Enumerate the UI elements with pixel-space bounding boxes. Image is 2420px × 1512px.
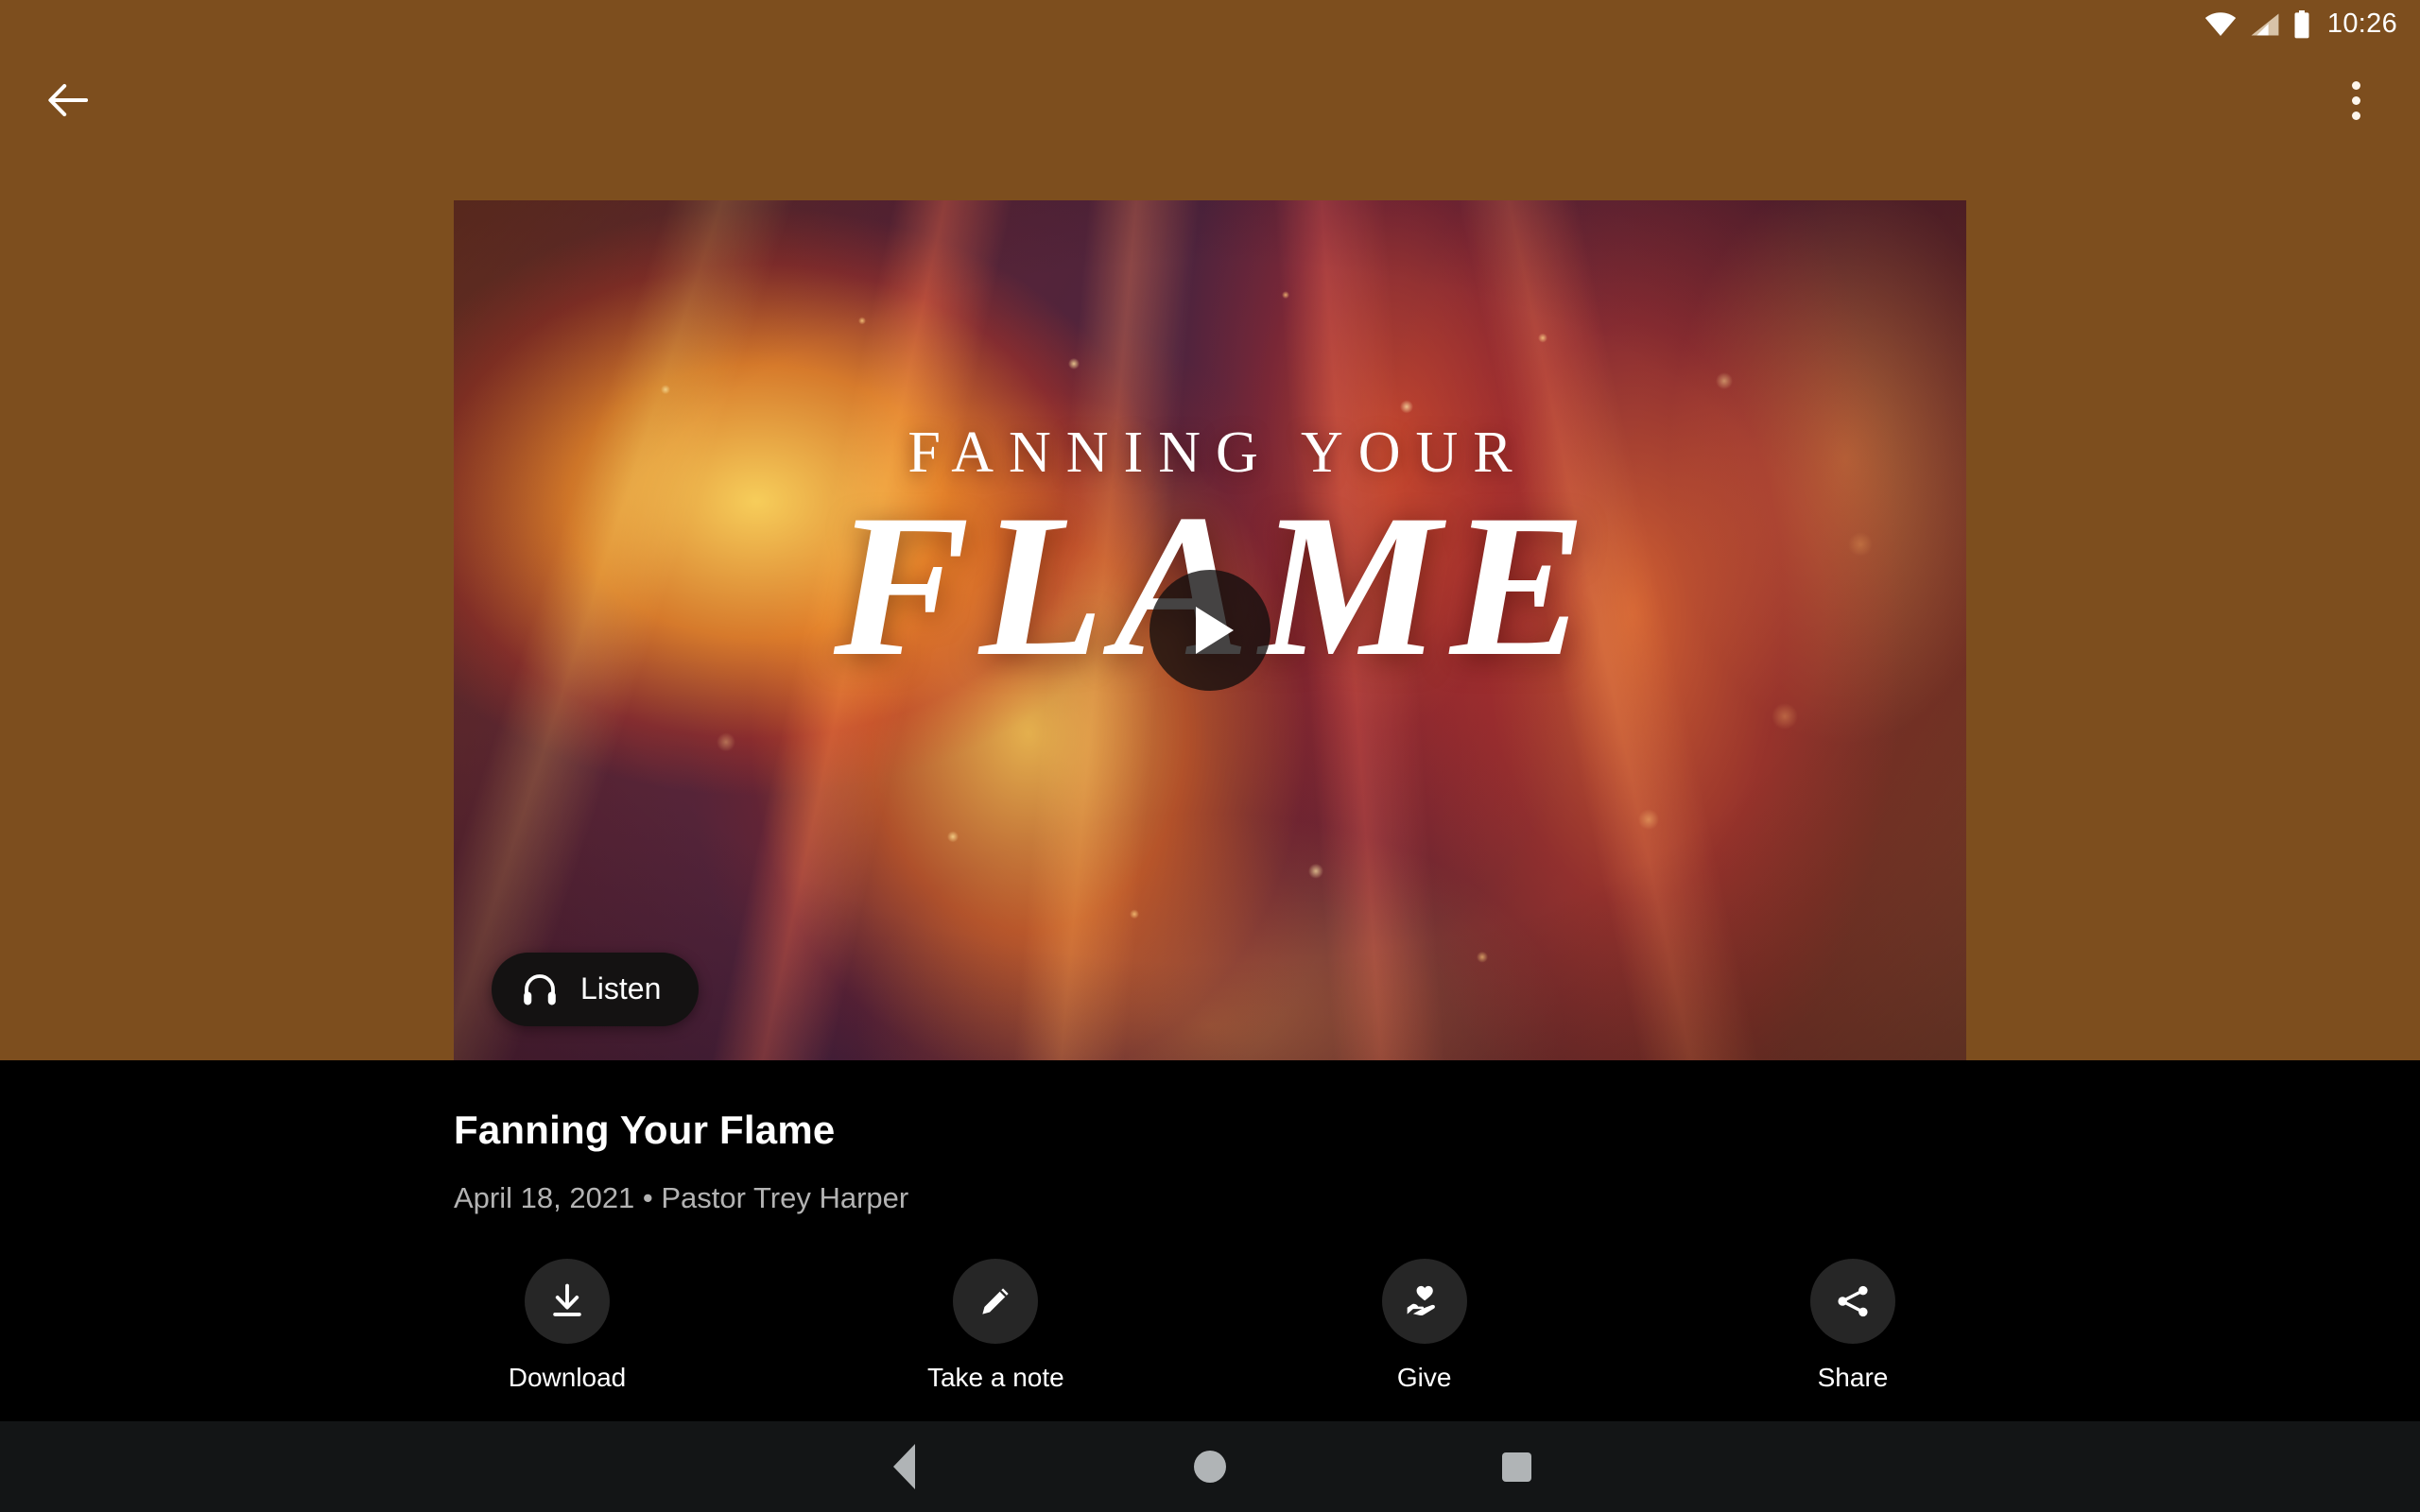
sermon-title: Fanning Your Flame: [454, 1108, 836, 1152]
action-row: Download Take a note Give Share: [454, 1259, 1966, 1391]
wifi-icon: [2204, 12, 2237, 37]
headphones-icon: [524, 974, 556, 1005]
back-button[interactable]: [30, 62, 106, 138]
give-button[interactable]: [1381, 1259, 1467, 1344]
give-action[interactable]: Give: [1311, 1259, 1538, 1391]
battery-icon: [2294, 10, 2309, 39]
play-icon: [1196, 607, 1234, 654]
top-app-bar: [0, 49, 2420, 151]
pencil-icon: [982, 1288, 1009, 1314]
android-navigation-bar: [0, 1421, 2420, 1512]
play-button[interactable]: [1150, 570, 1270, 691]
status-icons: [2204, 10, 2310, 39]
more-vert-icon-dot-1: [2351, 80, 2360, 90]
take-a-note-label: Take a note: [926, 1363, 1064, 1392]
nav-home-circle-icon: [1194, 1451, 1226, 1483]
status-time: 10:26: [2326, 8, 2397, 39]
sermon-detail-screen: 10:26 FANNING YOUR FLAME: [0, 0, 2420, 1512]
nav-back-triangle-icon: [892, 1444, 915, 1489]
share-button[interactable]: [1809, 1259, 1895, 1344]
nav-recents-button[interactable]: [1471, 1421, 1562, 1512]
cellular-signal-icon: [2251, 13, 2279, 36]
nav-back-button[interactable]: [858, 1421, 949, 1512]
listen-button[interactable]: Listen: [492, 953, 700, 1026]
status-bar: 10:26: [0, 0, 2420, 49]
share-action[interactable]: Share: [1739, 1259, 1966, 1391]
download-icon: [553, 1283, 581, 1316]
listen-button-label: Listen: [580, 971, 662, 1005]
download-button[interactable]: [525, 1259, 610, 1344]
more-vert-icon-dot-3: [2351, 111, 2360, 120]
give-label: Give: [1396, 1363, 1452, 1392]
hand-heart-icon: [1407, 1285, 1435, 1316]
download-label: Download: [508, 1363, 627, 1392]
share-icon: [1838, 1285, 1868, 1317]
nav-recents-square-icon: [1501, 1452, 1531, 1482]
nav-home-button[interactable]: [1165, 1421, 1255, 1512]
arrow-back-icon: [48, 83, 89, 117]
take-a-note-button[interactable]: [953, 1259, 1039, 1344]
sermon-meta: April 18, 2021 • Pastor Trey Harper: [454, 1181, 909, 1214]
overflow-menu-button[interactable]: [2318, 62, 2394, 138]
take-a-note-action[interactable]: Take a note: [882, 1259, 1109, 1391]
more-vert-icon-dot-2: [2351, 95, 2360, 105]
video-thumbnail[interactable]: FANNING YOUR FLAME Listen: [454, 200, 1966, 1060]
download-action[interactable]: Download: [454, 1259, 681, 1391]
share-label: Share: [1817, 1363, 1889, 1392]
